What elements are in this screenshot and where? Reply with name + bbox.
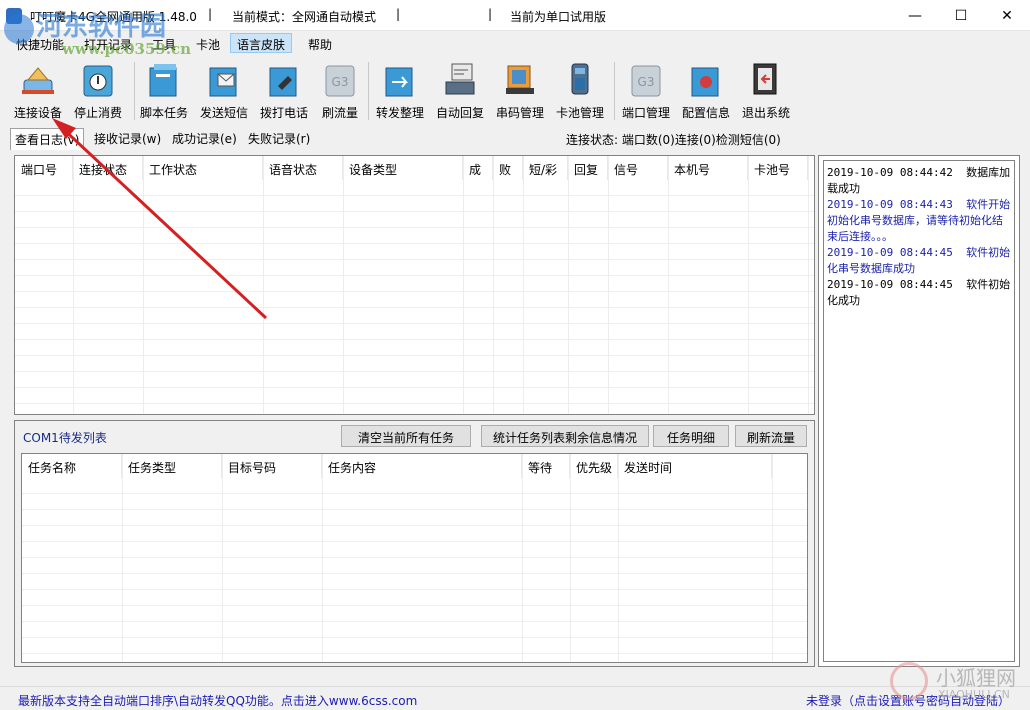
stats-remaining-button[interactable]: 统计任务列表剩余信息情况 bbox=[481, 425, 649, 447]
status-link-update[interactable]: 最新版本支持全自动端口排序\自动转发QQ功能。点击进入www.6css.com bbox=[18, 692, 417, 709]
refresh-traffic-button[interactable]: G3 刷流量 bbox=[310, 56, 370, 126]
watermark-corner-name: 小狐狸网 bbox=[936, 666, 1016, 690]
ports-table-body bbox=[15, 180, 814, 414]
log-panel[interactable]: 2019-10-09 08:44:42 数据库加载成功 2019-10-09 0… bbox=[823, 160, 1015, 662]
stop-consume-button[interactable]: 停止消费 bbox=[68, 56, 128, 126]
forward-sort-button[interactable]: 转发整理 bbox=[370, 56, 430, 126]
column-header[interactable]: 连接状态 bbox=[73, 156, 143, 180]
log-entry: 2019-10-09 08:44:45 软件初始化成功 bbox=[827, 278, 1011, 307]
auto-reply-button[interactable]: 自动回复 bbox=[430, 56, 490, 126]
minimize-button[interactable]: — bbox=[892, 0, 938, 31]
send-sms-button[interactable]: 发送短信 bbox=[194, 56, 254, 126]
menu-item-help[interactable]: 帮助 bbox=[302, 34, 338, 54]
watermark-corner-url: XIAOHULI.CN bbox=[938, 688, 1010, 701]
title-separator: | bbox=[488, 7, 493, 21]
column-header[interactable]: 优先级 bbox=[570, 454, 618, 478]
log-entry: 2019-10-09 08:44:42 数据库加载成功 bbox=[827, 166, 1011, 195]
column-header[interactable]: 语音状态 bbox=[263, 156, 343, 180]
exit-system-button[interactable]: 退出系统 bbox=[736, 56, 796, 126]
auto-reply-icon bbox=[445, 63, 475, 95]
menu-item-card-pool[interactable]: 卡池 bbox=[190, 34, 226, 54]
task-section: COM1待发列表 清空当前所有任务 统计任务列表剩余信息情况 任务明细 刷新流量… bbox=[14, 420, 815, 667]
task-section-title: COM1待发列表 bbox=[23, 431, 107, 445]
port-manage-button[interactable]: G3 端口管理 bbox=[616, 56, 676, 126]
card-pool-icon bbox=[571, 63, 589, 95]
task-table[interactable]: 任务名称 任务类型 目标号码 任务内容 等待 优先级 发送时间 bbox=[21, 453, 808, 663]
tab-receive-records[interactable]: 接收记录(w) bbox=[90, 130, 165, 148]
task-table-header: 任务名称 任务类型 目标号码 任务内容 等待 优先级 发送时间 bbox=[22, 454, 772, 478]
column-header[interactable]: 信号 bbox=[608, 156, 668, 180]
g3-port-icon: G3 bbox=[631, 65, 661, 97]
watermark-site-url: www.pc0359.cn bbox=[62, 40, 192, 58]
license-text: 当前为单口试用版 bbox=[510, 10, 607, 24]
dial-phone-icon bbox=[269, 67, 297, 97]
tab-success-records[interactable]: 成功记录(e) bbox=[168, 130, 241, 148]
column-header[interactable]: 工作状态 bbox=[143, 156, 263, 180]
column-header[interactable]: 败 bbox=[493, 156, 523, 180]
status-bar: 最新版本支持全自动端口排序\自动转发QQ功能。点击进入www.6css.com … bbox=[0, 686, 1030, 710]
column-header[interactable]: 任务内容 bbox=[322, 454, 522, 478]
column-header[interactable]: 任务名称 bbox=[22, 454, 122, 478]
log-entry: 2019-10-09 08:44:43 软件开始初始化串号数据库，请等待初始化结… bbox=[827, 198, 1011, 243]
config-info-icon bbox=[691, 67, 719, 97]
column-header[interactable]: 设备类型 bbox=[343, 156, 463, 180]
maximize-button[interactable]: ☐ bbox=[938, 0, 984, 31]
column-header[interactable]: 任务类型 bbox=[122, 454, 222, 478]
imei-manage-button[interactable]: 串码管理 bbox=[490, 56, 550, 126]
column-header[interactable]: 本机号 bbox=[668, 156, 748, 180]
ports-table[interactable]: 端口号 连接状态 工作状态 语音状态 设备类型 成 败 短/彩 回复 信号 本机… bbox=[14, 155, 815, 415]
log-panel-frame: 2019-10-09 08:44:42 数据库加载成功 2019-10-09 0… bbox=[818, 155, 1020, 667]
script-task-button[interactable]: 脚本任务 bbox=[134, 56, 194, 126]
watermark-corner: 小狐狸网 XIAOHULI.CN bbox=[890, 660, 1030, 710]
ports-table-header: 端口号 连接状态 工作状态 语音状态 设备类型 成 败 短/彩 回复 信号 本机… bbox=[15, 156, 808, 180]
toolbar: 连接设备 停止消费 脚本任务 发送短信 拨打电话 G3 刷流量 转发整理 自动回… bbox=[0, 56, 1030, 126]
exit-icon bbox=[753, 63, 777, 95]
connect-device-button[interactable]: 连接设备 bbox=[8, 56, 68, 126]
connection-status: 连接状态: 端口数(0)连接(0)检测短信(0) bbox=[566, 133, 781, 147]
send-sms-icon bbox=[209, 67, 237, 97]
stop-icon bbox=[83, 65, 113, 97]
toolbar-separator bbox=[368, 62, 369, 120]
log-entry: 2019-10-09 08:44:45 软件初始化串号数据库成功 bbox=[827, 246, 1011, 275]
column-header[interactable]: 发送时间 bbox=[618, 454, 772, 478]
column-header[interactable]: 短/彩 bbox=[523, 156, 568, 180]
toolbar-separator bbox=[614, 62, 615, 120]
dial-phone-button[interactable]: 拨打电话 bbox=[254, 56, 314, 126]
title-separator: | bbox=[208, 7, 213, 21]
watermark-logo bbox=[4, 14, 34, 44]
column-header[interactable]: 目标号码 bbox=[222, 454, 322, 478]
svg-text:G3: G3 bbox=[638, 75, 655, 89]
imei-manage-icon bbox=[506, 65, 534, 94]
column-header[interactable]: 端口号 bbox=[15, 156, 73, 180]
mode-text: 当前模式：全网通自动模式 bbox=[232, 10, 377, 24]
watermark-site-name: 河东软件园 bbox=[36, 12, 167, 42]
tab-view-log[interactable]: 查看日志(v) bbox=[10, 128, 85, 150]
connect-device-icon bbox=[22, 67, 54, 94]
menu-item-language-skin[interactable]: 语言皮肤 bbox=[230, 33, 293, 53]
script-folder-icon bbox=[149, 64, 177, 97]
close-button[interactable]: ✕ bbox=[984, 0, 1030, 31]
task-table-body bbox=[22, 478, 807, 662]
config-info-button[interactable]: 配置信息 bbox=[676, 56, 736, 126]
tab-failure-records[interactable]: 失败记录(r) bbox=[244, 130, 314, 148]
clear-all-tasks-button[interactable]: 清空当前所有任务 bbox=[341, 425, 471, 447]
task-detail-button[interactable]: 任务明细 bbox=[653, 425, 729, 447]
g3-traffic-icon: G3 bbox=[325, 65, 355, 97]
refresh-traffic-small-button[interactable]: 刷新流量 bbox=[735, 425, 807, 447]
column-header[interactable]: 卡池号 bbox=[748, 156, 808, 180]
column-header[interactable]: 回复 bbox=[568, 156, 608, 180]
svg-text:G3: G3 bbox=[332, 75, 349, 89]
column-header[interactable]: 成 bbox=[463, 156, 493, 180]
card-pool-manage-button[interactable]: 卡池管理 bbox=[550, 56, 610, 126]
forward-icon bbox=[385, 67, 413, 97]
column-header[interactable]: 等待 bbox=[522, 454, 570, 478]
pig-logo-icon bbox=[890, 662, 928, 700]
title-separator: | bbox=[396, 7, 401, 21]
